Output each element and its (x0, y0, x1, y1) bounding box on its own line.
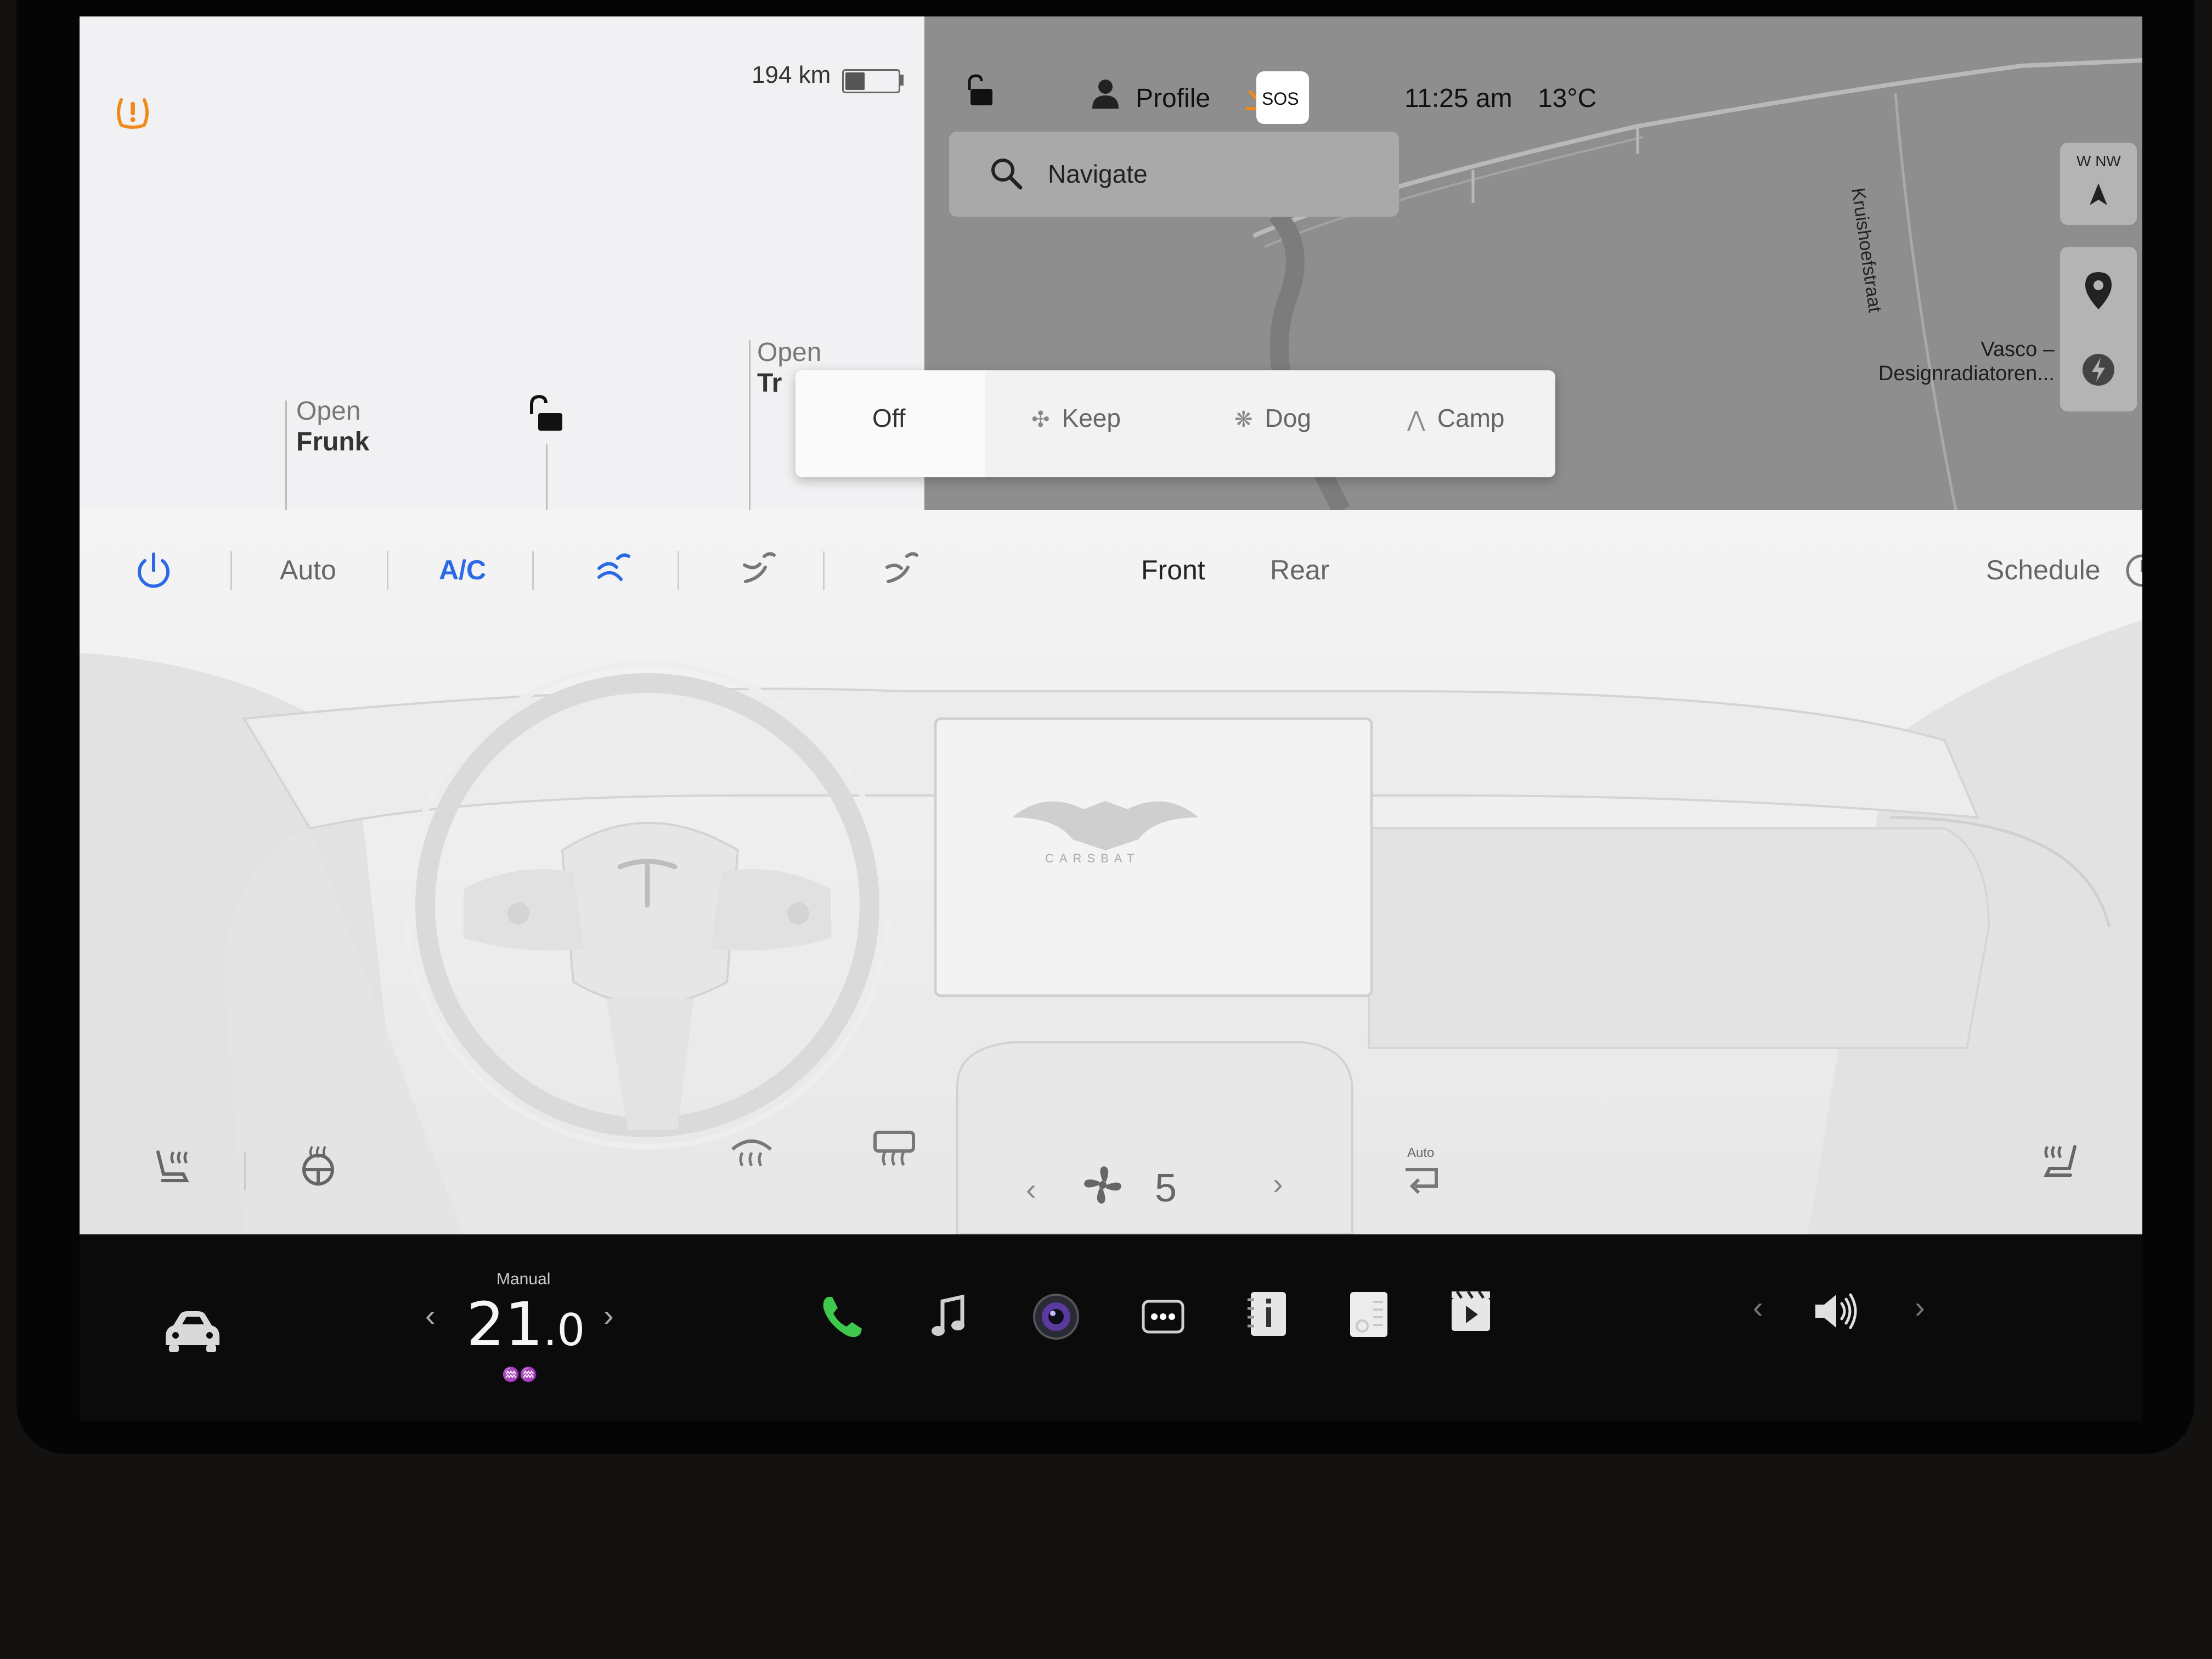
volume-decrease-button[interactable]: ‹ (1753, 1289, 1763, 1325)
temperature-mode-label: Manual (496, 1270, 551, 1288)
poi-label-line1: Vasco – (1980, 338, 2055, 361)
control-divider (244, 1152, 246, 1190)
range-readout: 194 km (752, 61, 831, 88)
seat-heater-left-icon[interactable] (148, 1141, 198, 1190)
defrost-indicator-icon: ♒♒ (502, 1366, 538, 1383)
zone-front-tab[interactable]: Front (1141, 554, 1205, 586)
airflow-face-icon[interactable] (592, 549, 636, 592)
front-defrost-icon[interactable] (727, 1127, 776, 1177)
car-icon[interactable] (159, 1306, 225, 1355)
fan-speed-value: 5 (1155, 1166, 1177, 1210)
temperature-whole: 21 (466, 1289, 543, 1359)
rear-defrost-icon[interactable] (870, 1125, 919, 1174)
unlocked-padlock-icon[interactable] (524, 392, 568, 436)
open-trunk-label: Tr (757, 369, 782, 398)
frunk-divider (285, 400, 287, 510)
ac-button[interactable]: A/C (439, 554, 486, 586)
open-trunk-prefix: Open (757, 338, 822, 367)
mode-keep-label: Keep (1062, 404, 1121, 432)
cabin-temperature-value[interactable]: 21.0 (466, 1289, 585, 1359)
location-pin-icon[interactable] (2083, 270, 2114, 312)
sos-label: SOS (1262, 89, 1299, 109)
mode-dog-label: Dog (1265, 404, 1311, 432)
mode-off-button[interactable]: Off (795, 370, 985, 477)
control-divider (532, 551, 534, 590)
recirculation-mode-label: Auto (1407, 1146, 1435, 1160)
theater-icon[interactable] (1443, 1284, 1498, 1339)
lock-status-icon[interactable] (964, 72, 997, 111)
climate-panel: CARSBAT Auto A/C Front Rear Schedule ‹ 5… (80, 510, 2142, 1234)
calendar-icon[interactable] (1341, 1286, 1396, 1341)
control-divider (387, 551, 388, 590)
tent-icon: ⋀ (1407, 408, 1425, 432)
steering-wheel-heater-icon[interactable] (294, 1141, 343, 1190)
open-frunk-label: Frunk (296, 427, 370, 456)
sos-button[interactable]: SOS (1256, 71, 1309, 124)
mode-camp-label: Camp (1437, 404, 1505, 432)
mode-off-label: Off (872, 404, 906, 432)
charger-icon[interactable] (2081, 352, 2116, 387)
airflow-feet-icon[interactable] (738, 549, 782, 592)
mode-camp-button[interactable]: ⋀ Camp (1407, 403, 1505, 433)
compass-letters: W NW (2076, 153, 2121, 170)
more-apps-icon[interactable] (1136, 1289, 1190, 1344)
recirculation-icon[interactable] (1399, 1163, 1443, 1201)
mode-keep-button[interactable]: ✣ Keep (1031, 403, 1121, 433)
map-controls (2060, 247, 2137, 411)
poi-label[interactable]: Vasco – Designradiatoren... (1786, 337, 2055, 386)
zone-rear-tab[interactable]: Rear (1270, 554, 1329, 586)
control-divider (230, 551, 232, 590)
auto-climate-button[interactable]: Auto (280, 554, 336, 586)
clock-icon[interactable] (2123, 551, 2142, 590)
seat-heater-right-icon[interactable] (2035, 1136, 2085, 1185)
open-frunk-prefix: Open (296, 397, 361, 426)
profile-icon[interactable] (1089, 77, 1122, 110)
temperature-increase-button[interactable]: › (603, 1297, 614, 1333)
paw-icon: ❋ (1234, 408, 1253, 432)
open-frunk-button[interactable]: Open Frunk (296, 396, 369, 458)
compass-arrow-icon (2090, 183, 2107, 205)
schedule-button[interactable]: Schedule (1986, 554, 2101, 586)
search-icon (991, 159, 1023, 190)
battery-icon (842, 69, 900, 93)
tire-pressure-warning-icon[interactable] (114, 93, 152, 132)
outside-temperature: 13°C (1538, 84, 1597, 113)
control-divider (823, 551, 825, 590)
search-placeholder: Navigate (1048, 160, 1148, 188)
fan-icon (1084, 1166, 1121, 1204)
volume-icon[interactable] (1808, 1284, 1863, 1339)
climate-power-icon[interactable] (132, 549, 176, 592)
trunk-divider (749, 340, 751, 510)
fan-speed-decrease-button[interactable]: ‹ (1026, 1171, 1036, 1207)
fan-icon: ✣ (1031, 408, 1050, 432)
camera-icon[interactable] (1029, 1289, 1084, 1344)
temperature-decrease-button[interactable]: ‹ (425, 1297, 436, 1333)
airflow-face-feet-icon[interactable] (881, 549, 924, 592)
mode-dog-button[interactable]: ❋ Dog (1234, 403, 1311, 433)
clock-time: 11:25 am (1404, 84, 1513, 113)
touchscreen: 194 km Open Frunk Open Tr Profile SOS 11… (80, 16, 2142, 1421)
compass-button[interactable]: W NW (2060, 143, 2137, 225)
phone-icon[interactable] (815, 1289, 870, 1344)
profile-label[interactable]: Profile (1136, 83, 1210, 114)
navigate-search-box[interactable]: Navigate (949, 132, 1399, 217)
volume-increase-button[interactable]: › (1915, 1289, 1925, 1325)
climate-keep-mode-popup: Off ✣ Keep ❋ Dog ⋀ Camp (795, 370, 1555, 477)
cabin-illustration (80, 620, 2142, 1234)
battery-terminal (900, 75, 904, 86)
music-icon[interactable] (922, 1289, 977, 1344)
fan-speed-increase-button[interactable]: › (1273, 1166, 1283, 1201)
poi-label-line2: Designradiatoren... (1878, 362, 2055, 385)
control-divider (678, 551, 679, 590)
lock-divider (546, 444, 548, 510)
manual-icon[interactable] (1240, 1286, 1295, 1341)
temperature-decimal: .0 (543, 1305, 585, 1356)
taskbar: ‹ Manual 21.0 › ♒♒ ‹ › (80, 1234, 2142, 1421)
battery-fill (845, 72, 865, 90)
screen-logo-text: CARSBAT (1045, 851, 1140, 865)
